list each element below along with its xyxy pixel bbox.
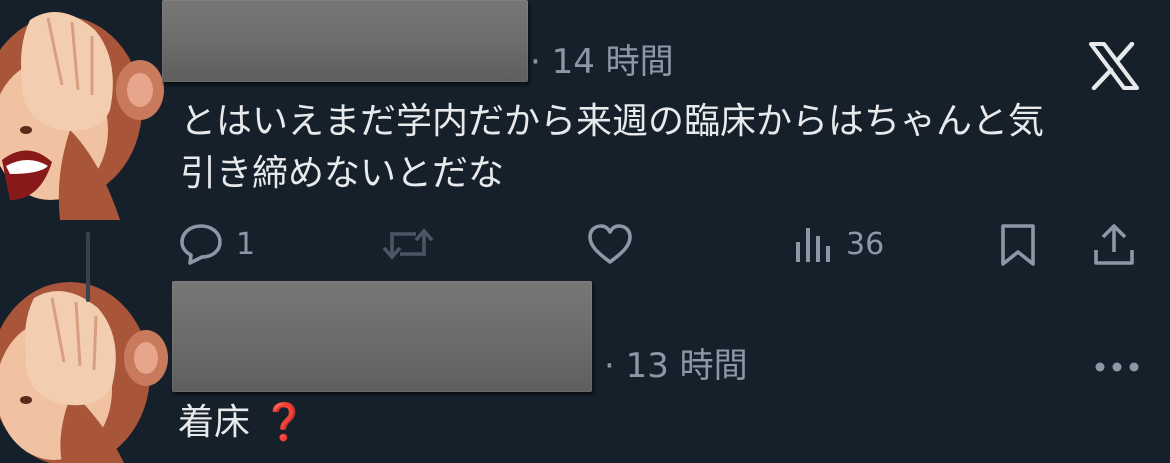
- redacted-username: [162, 0, 528, 82]
- post-text-body: 着床: [178, 402, 251, 443]
- thread-connector-line: [86, 232, 90, 302]
- post-text: 着床 ❓: [178, 398, 306, 448]
- more-dots-icon[interactable]: [1094, 361, 1140, 373]
- x-logo-icon: [1089, 42, 1139, 90]
- post-text-line-2: 引き締めないとだな: [180, 153, 505, 194]
- share-icon: [1094, 224, 1134, 265]
- question-mark-emoji: ❓: [261, 402, 307, 443]
- comment-icon: [180, 224, 222, 265]
- reply-count: 1: [236, 226, 256, 262]
- analytics-icon: [796, 228, 830, 262]
- bookmark-button[interactable]: [998, 222, 1038, 268]
- like-button[interactable]: [586, 222, 634, 266]
- heart-icon: [588, 224, 632, 264]
- share-button[interactable]: [1092, 222, 1136, 268]
- repost-button[interactable]: [382, 222, 434, 266]
- reply-button[interactable]: 1: [178, 222, 255, 266]
- views-button[interactable]: 36: [792, 222, 884, 266]
- repost-icon: [382, 228, 434, 260]
- redacted-username: [172, 281, 592, 392]
- bookmark-icon: [1001, 224, 1035, 266]
- avatar-see-no-evil-monkey[interactable]: [0, 262, 170, 463]
- avatar-see-no-evil-monkey[interactable]: [0, 0, 170, 220]
- views-count: 36: [846, 226, 885, 262]
- post-timestamp[interactable]: · 14 時間: [530, 42, 674, 82]
- post-timestamp[interactable]: · 13 時間: [604, 346, 748, 386]
- post-text-line-1: とはいえまだ学内だから来週の臨床からはちゃんと気: [180, 101, 1045, 142]
